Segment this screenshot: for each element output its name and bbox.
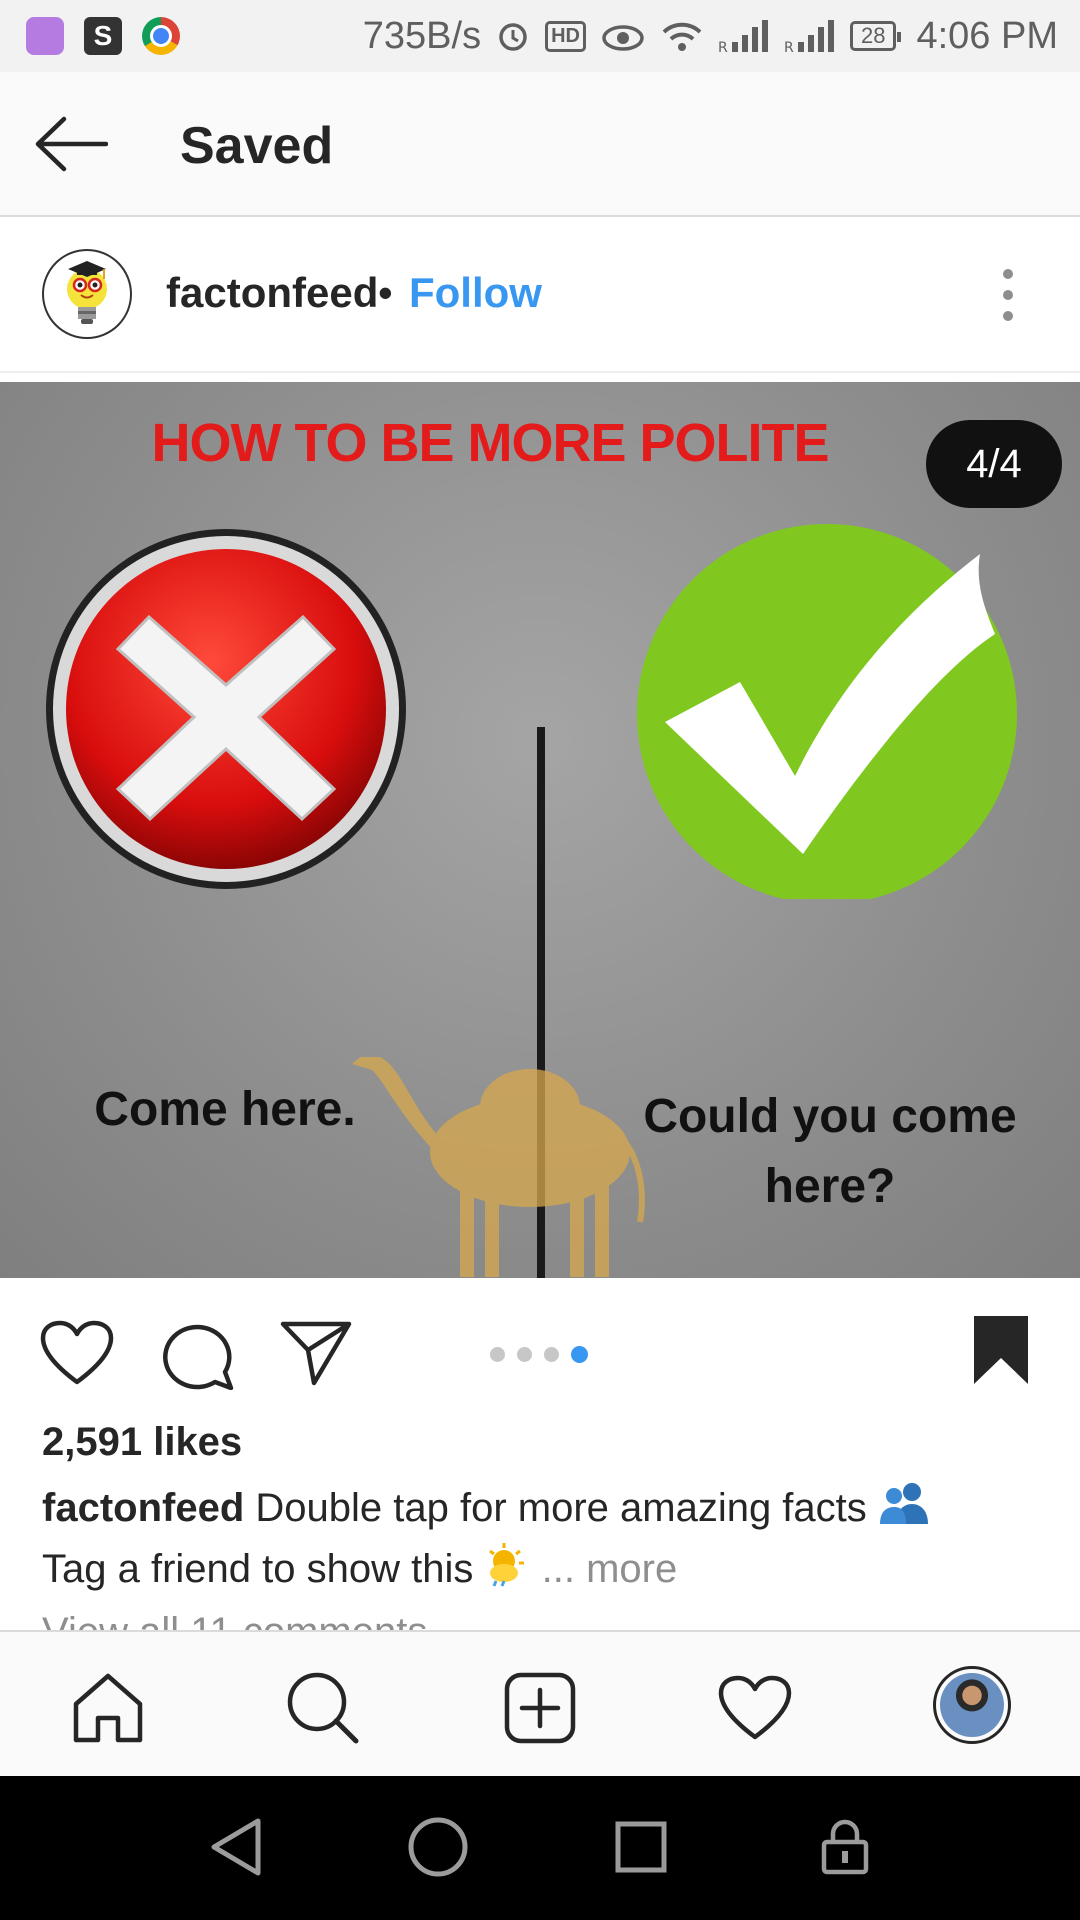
heart-icon [40, 1320, 114, 1385]
carousel-counter: 4/4 [926, 420, 1062, 508]
username-separator: • [378, 269, 393, 316]
gallery-app-icon [26, 17, 64, 55]
alarm-icon [495, 18, 531, 54]
caption-text-line2: Tag a friend to show this [42, 1547, 474, 1592]
comment-button[interactable] [163, 1320, 235, 1391]
s-app-icon: S [84, 17, 122, 55]
search-icon [287, 1672, 359, 1744]
post-image[interactable]: HOW TO BE MORE POLITE 4/4 Come here. Cou… [0, 382, 1080, 1278]
caption-username[interactable]: factonfeed [42, 1486, 244, 1530]
avatar[interactable] [42, 249, 132, 339]
arrow-left-icon [35, 116, 109, 172]
bottom-navigation [0, 1630, 1080, 1776]
green-check-icon [637, 524, 1017, 899]
triangle-back-icon [211, 1818, 261, 1876]
post-actions [0, 1290, 1080, 1410]
clock: 4:06 PM [916, 14, 1058, 57]
pagination-dot [517, 1347, 532, 1362]
lightbulb-mascot-icon [67, 261, 107, 324]
caption-text-line1: Double tap for more amazing facts [255, 1486, 867, 1531]
signal-icon-1: R [718, 18, 770, 54]
profile-avatar [940, 1673, 1004, 1737]
signal-icon-2: R [784, 18, 836, 54]
follow-button[interactable]: Follow [409, 269, 542, 317]
wifi-icon [660, 18, 704, 54]
red-x-icon [46, 529, 406, 889]
image-title: HOW TO BE MORE POLITE [151, 413, 829, 473]
pagination-dot-active [571, 1346, 588, 1363]
post-caption: factonfeed Double tap for more amazing f… [42, 1480, 1052, 1602]
nav-new-post[interactable] [502, 1670, 578, 1746]
eye-comfort-icon [600, 18, 646, 54]
android-back-button[interactable] [203, 1814, 269, 1880]
chrome-icon [142, 17, 180, 55]
circle-home-icon [408, 1817, 468, 1877]
bookmark-filled-icon [974, 1316, 1028, 1384]
like-button[interactable] [40, 1320, 114, 1386]
pagination-dot [544, 1347, 559, 1362]
sun-cloud-emoji-icon [484, 1541, 530, 1602]
save-button[interactable] [972, 1314, 1030, 1386]
home-icon [73, 1673, 143, 1743]
nav-activity[interactable] [717, 1670, 793, 1746]
vertical-dots-icon [1003, 269, 1013, 279]
people-emoji-icon [878, 1480, 930, 1541]
battery-icon: 28 [849, 21, 903, 51]
svg-text:R: R [718, 40, 728, 54]
more-link[interactable]: ... more [542, 1547, 678, 1591]
status-bar-system: 735B/s HD R R 28 4:06 PM [363, 15, 1058, 58]
android-navigation-bar [0, 1776, 1080, 1920]
comment-bubble-icon [163, 1324, 234, 1391]
android-home-button[interactable] [405, 1814, 471, 1880]
likes-count[interactable]: 2,591 likes [42, 1420, 242, 1465]
svg-text:R: R [784, 40, 794, 54]
page-title: Saved [180, 117, 334, 175]
lock-icon [821, 1819, 869, 1875]
status-bar-notifications: S [26, 17, 180, 55]
vertical-dots-icon [1003, 290, 1013, 300]
net-speed: 735B/s [362, 14, 482, 57]
post-username[interactable]: factonfeed [166, 269, 378, 317]
share-button[interactable] [280, 1320, 352, 1386]
nav-profile[interactable] [933, 1666, 1011, 1744]
back-button[interactable] [34, 116, 109, 172]
polite-phrase: Could you come here? [643, 1090, 1017, 1213]
activity-heart-icon [718, 1675, 792, 1740]
android-recents-button[interactable] [608, 1814, 674, 1880]
impolite-phrase: Come here. [94, 1083, 356, 1136]
square-recents-icon [615, 1821, 667, 1873]
top-app-bar: Saved [0, 72, 1080, 217]
carousel-pagination [490, 1346, 588, 1363]
pagination-dot [490, 1347, 505, 1362]
nav-search[interactable] [285, 1670, 361, 1746]
add-post-icon [504, 1672, 576, 1744]
paper-plane-icon [280, 1321, 352, 1386]
post-header: factonfeed • Follow [0, 217, 1080, 373]
hd-icon: HD [545, 20, 586, 52]
nav-home[interactable] [70, 1670, 146, 1746]
vertical-dots-icon [1003, 311, 1013, 321]
more-options-button[interactable] [990, 269, 1026, 321]
android-lock-button[interactable] [812, 1814, 878, 1880]
status-bar: S 735B/s HD R R 28 4:06 PM [0, 0, 1080, 72]
